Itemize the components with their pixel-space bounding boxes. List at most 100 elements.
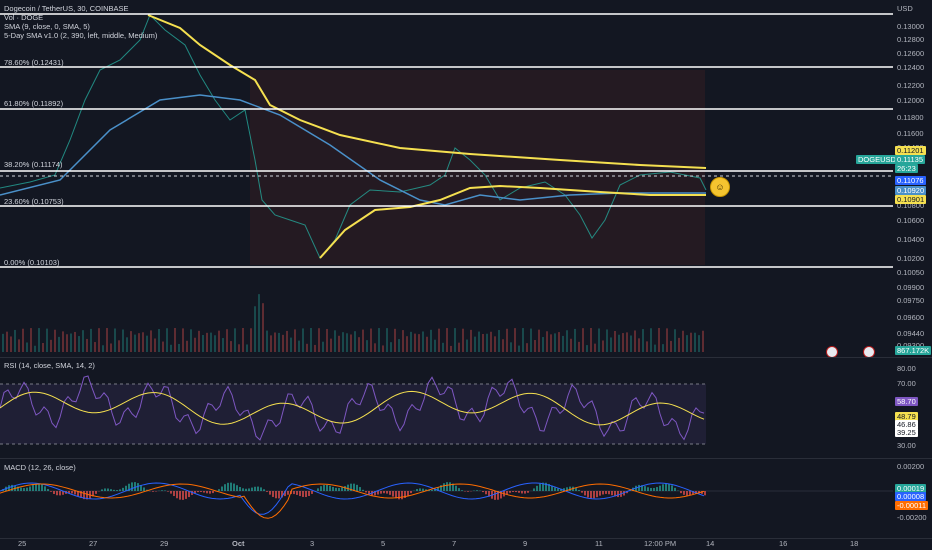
rsi-legend[interactable]: RSI (14, close, SMA, 14, 2) xyxy=(4,361,95,370)
time-tick: 27 xyxy=(89,539,98,548)
macd-histogram-bar xyxy=(638,484,640,491)
macd-histogram-bar xyxy=(272,491,274,497)
macd-histogram-bar xyxy=(359,487,361,491)
volume-bar xyxy=(654,344,656,352)
macd-hist-tag: -0.00011 xyxy=(895,501,929,510)
volume-bar xyxy=(202,334,204,352)
volume-bar xyxy=(262,303,264,352)
fiveday-sma-indicator-label[interactable]: 5-Day SMA v1.0 (2, 390, left, middle, Me… xyxy=(4,31,157,40)
volume-bar xyxy=(574,328,576,352)
volume-bar xyxy=(230,341,232,352)
macd-histogram-bar xyxy=(305,491,307,498)
macd-histogram-bar xyxy=(233,483,235,491)
macd-histogram-bar xyxy=(101,489,103,491)
volume-bar xyxy=(246,344,248,352)
volume-bar xyxy=(110,343,112,352)
macd-chart[interactable] xyxy=(0,459,893,538)
macd-histogram-bar xyxy=(683,491,685,495)
volume-bar xyxy=(666,328,668,352)
volume-bar xyxy=(294,329,296,352)
volume-bar xyxy=(122,329,124,352)
volume-bar xyxy=(106,328,108,352)
volume-bar xyxy=(26,342,28,352)
price-tick: 0.09600 xyxy=(897,313,925,322)
fib-label-0: 0.00% (0.10103) xyxy=(4,258,60,267)
rsi-axis[interactable]: 80.00 70.00 30.00 xyxy=(893,358,932,458)
volume-bar xyxy=(450,345,452,352)
volume-bar xyxy=(186,340,188,352)
volume-bar xyxy=(454,328,456,352)
sma-indicator-label[interactable]: SMA (9, close, 0, SMA, 5) xyxy=(4,22,157,31)
volume-bar xyxy=(682,330,684,352)
volume-bar xyxy=(374,343,376,352)
macd-histogram-bar xyxy=(50,491,52,492)
macd-histogram-bar xyxy=(554,487,556,491)
macd-histogram-bar xyxy=(668,483,670,491)
macd-histogram-bar xyxy=(56,491,58,496)
volume-bar xyxy=(578,341,580,352)
volume-bar xyxy=(386,328,388,352)
mid-price-tag: 0.10920 xyxy=(895,186,927,195)
volume-indicator-label[interactable]: Vol · DOGE xyxy=(4,13,157,22)
blue-ma-price-tag: 0.11076 xyxy=(895,176,926,185)
macd-histogram-bar xyxy=(605,491,607,494)
macd-histogram-bar xyxy=(392,491,394,497)
macd-signal-tag: 0.00008 xyxy=(895,492,927,501)
macd-histogram-bar xyxy=(599,491,601,496)
volume-bar xyxy=(462,328,464,352)
volume-bar xyxy=(102,345,104,352)
price-tick: 0.09750 xyxy=(897,296,925,305)
price-chart[interactable] xyxy=(0,0,893,352)
macd-histogram-bar xyxy=(689,491,691,496)
volume-bar xyxy=(670,340,672,352)
volume-bar xyxy=(370,328,372,352)
volume-bar xyxy=(166,328,168,352)
price-tick: 0.12600 xyxy=(897,49,925,58)
macd-histogram-bar xyxy=(329,485,331,491)
time-axis[interactable]: 25 27 29 Oct 3 5 7 9 11 12:00 PM 14 16 1… xyxy=(0,538,893,550)
macd-histogram-bar xyxy=(254,486,256,491)
macd-histogram-bar xyxy=(443,483,445,491)
macd-histogram-bar xyxy=(224,484,226,491)
volume-bar xyxy=(542,337,544,352)
rsi-chart[interactable] xyxy=(0,358,893,458)
volume-bar xyxy=(134,334,136,352)
price-tick: 0.10200 xyxy=(897,254,925,263)
volume-bar xyxy=(90,328,92,352)
time-tick: 3 xyxy=(310,539,315,548)
volume-bar xyxy=(458,342,460,352)
macd-histogram-bar xyxy=(107,488,109,491)
macd-histogram-bar xyxy=(482,491,484,493)
volume-bar xyxy=(482,333,484,352)
volume-bar xyxy=(254,306,256,352)
macd-legend[interactable]: MACD (12, 26, close) xyxy=(4,463,76,472)
volume-bar xyxy=(250,328,252,352)
macd-histogram-bar xyxy=(596,491,598,498)
volume-bar xyxy=(538,329,540,352)
macd-histogram-bar xyxy=(302,491,304,497)
macd-histogram-bar xyxy=(650,488,652,491)
volume-bar xyxy=(502,339,504,352)
macd-histogram-bar xyxy=(20,487,22,491)
macd-histogram-bar xyxy=(59,491,61,496)
volume-bar xyxy=(66,334,68,352)
volume-bar xyxy=(218,330,220,352)
volume-bar xyxy=(58,336,60,352)
price-tick: 0.09440 xyxy=(897,329,925,338)
macd-histogram-bar xyxy=(362,489,364,491)
volume-bar xyxy=(318,328,320,352)
volume-bar xyxy=(610,337,612,352)
volume-bar xyxy=(678,337,680,352)
volume-bar xyxy=(354,331,356,352)
macd-histogram-bar xyxy=(602,491,604,495)
price-tick: 0.12400 xyxy=(897,63,925,72)
macd-histogram-bar xyxy=(617,491,619,498)
volume-bar xyxy=(622,333,624,352)
volume-bar xyxy=(222,338,224,352)
volume-bar xyxy=(446,328,448,352)
macd-histogram-bar xyxy=(611,491,613,496)
volume-bar xyxy=(286,330,288,352)
fib-label-236: 23.60% (0.10753) xyxy=(4,197,64,206)
macd-histogram-bar xyxy=(317,488,319,491)
macd-histogram-bar xyxy=(122,487,124,491)
